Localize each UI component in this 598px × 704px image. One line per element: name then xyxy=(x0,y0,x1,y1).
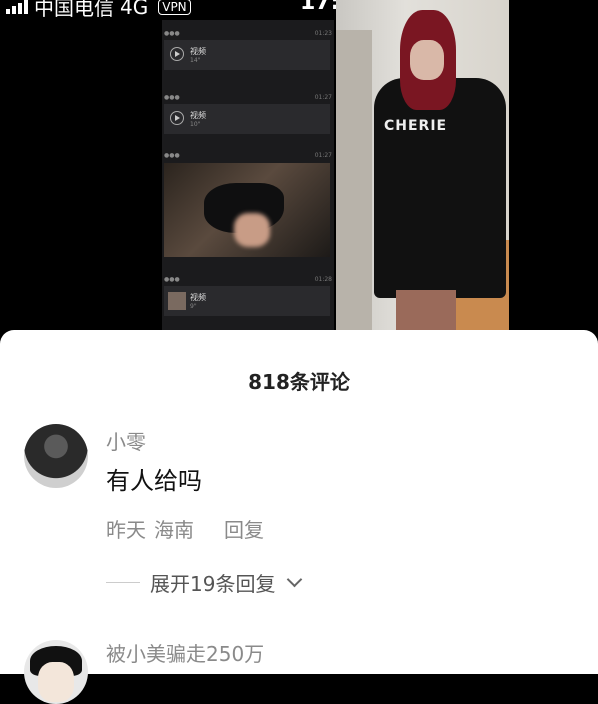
video-duration: 10" xyxy=(190,121,201,128)
video-title: 视频 xyxy=(190,47,206,56)
chevron-down-icon xyxy=(287,571,303,588)
video-title: 视频 xyxy=(190,293,206,302)
comment-username[interactable]: 小零 xyxy=(106,426,146,455)
video-duration: 9" xyxy=(190,303,197,310)
video-message: 视频 9" xyxy=(164,286,330,316)
video-message: 视频 10" xyxy=(164,104,330,134)
chat-time: 01:23 xyxy=(314,30,332,37)
video-message: 视频 14" xyxy=(164,40,330,70)
comment-location: 海南 xyxy=(154,518,194,542)
video-thumbnail xyxy=(168,292,186,310)
video-title: 视频 xyxy=(190,111,206,120)
avatar[interactable] xyxy=(24,424,88,488)
play-icon xyxy=(170,111,184,125)
reply-button[interactable]: 回复 xyxy=(224,514,264,543)
chat-screenshot: ●●● 01:23 视频 14" ●●● 01:27 视频 10" ●●● 01… xyxy=(162,20,334,330)
chat-time: 01:27 xyxy=(314,94,332,101)
expand-replies-label: 展开19条回复 xyxy=(150,572,276,596)
play-icon xyxy=(170,47,184,61)
expand-replies-button[interactable]: 展开19条回复 xyxy=(106,568,303,597)
chat-time: 01:27 xyxy=(314,152,332,159)
blurred-photo xyxy=(164,163,330,257)
comment-meta: 昨天 海南 回复 xyxy=(106,514,264,543)
post-media[interactable]: ●●● 01:23 视频 14" ●●● 01:27 视频 10" ●●● 01… xyxy=(0,0,598,330)
comment-username[interactable]: 被小美骗走250万 xyxy=(106,638,264,667)
divider xyxy=(106,582,140,583)
comment-count-title: 818条评论 xyxy=(248,370,350,394)
selfie-photo: CHERIE xyxy=(336,0,509,330)
comment-date: 昨天 xyxy=(106,518,146,542)
chat-time: 01:28 xyxy=(314,276,332,283)
video-duration: 14" xyxy=(190,57,201,64)
comment-text: 有人给吗 xyxy=(106,467,202,495)
shirt-print: CHERIE xyxy=(384,118,448,134)
comments-panel: 818条评论 小零 有人给吗 昨天 海南 回复 展开19条回复 被小美骗走250… xyxy=(0,330,598,704)
avatar[interactable] xyxy=(24,640,88,704)
